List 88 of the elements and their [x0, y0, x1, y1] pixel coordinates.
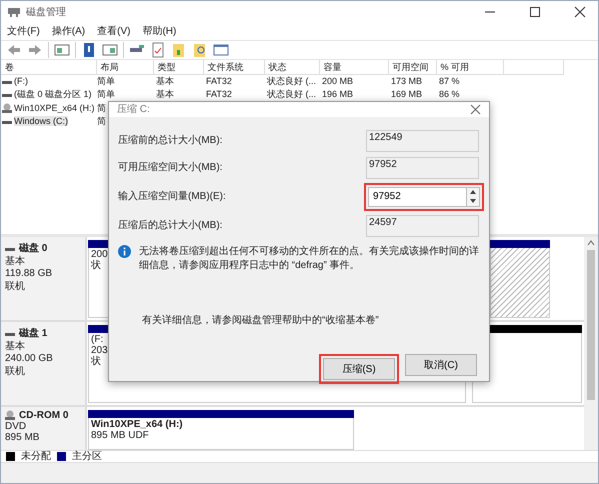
- value-box: 24597: [366, 214, 479, 236]
- table-cell: 200 MB: [322, 76, 354, 86]
- info-message: 无法将卷压缩到超出任何不可移动的文件所在的点。有关完成该操作时间的详细信息，请参阅应用程序日志中的 “defrag” 事件。: [139, 245, 479, 273]
- menu-item[interactable]: 文件(F): [7, 24, 40, 39]
- field-label: 可用压缩空间大小(MB):: [118, 160, 224, 175]
- close-icon[interactable]: [574, 6, 586, 18]
- partition-detail: 状: [91, 260, 101, 271]
- disk-detail: DVD: [5, 421, 28, 432]
- window-icon[interactable]: [213, 42, 229, 58]
- caret-up-icon: [470, 190, 476, 194]
- table-cell: 简: [97, 116, 106, 126]
- menu-item[interactable]: 查看(V): [97, 24, 130, 39]
- table-cell: 基本: [156, 89, 174, 100]
- cd-drive-icon: [2, 102, 12, 114]
- partition-detail: (F:: [91, 334, 104, 345]
- back-arrow-icon[interactable]: [6, 42, 22, 58]
- folder-icon[interactable]: [171, 42, 187, 58]
- dialog-title: 压缩 C:: [117, 102, 151, 117]
- window-title: 磁盘管理: [26, 6, 67, 20]
- table-cell: FAT32: [206, 89, 232, 100]
- disk-detail: 119.88 GB: [5, 268, 54, 280]
- column-header[interactable]: 容量: [319, 60, 388, 74]
- disk-detail: 基本: [5, 256, 26, 268]
- forward-arrow-icon[interactable]: [27, 42, 43, 58]
- partition-title: Win10XPE_x64 (H:): [91, 419, 183, 430]
- table-cell[interactable]: (F:): [14, 76, 28, 86]
- table-cell: 基本: [156, 76, 174, 86]
- menu-item[interactable]: 帮助(H): [142, 24, 176, 39]
- info-icon: [118, 245, 131, 258]
- caret-down-icon: [470, 199, 476, 203]
- partition-detail: 200: [91, 249, 108, 260]
- disk-detail: 联机: [5, 280, 26, 293]
- table-cell: 简单: [97, 89, 115, 100]
- legend-label: 未分配: [21, 450, 51, 464]
- column-header[interactable]: 卷: [1, 60, 96, 74]
- disk-detail: 240.00 GB: [5, 353, 54, 366]
- table-cell: 86 %: [439, 89, 460, 100]
- scrollbar[interactable]: [584, 237, 598, 450]
- number-field[interactable]: 97952: [368, 186, 466, 206]
- disk-name: 磁盘 1: [19, 328, 48, 340]
- disk-detail: 联机: [5, 366, 26, 378]
- disk-name: 磁盘 0: [19, 243, 48, 256]
- cancel-button[interactable]: 取消(C): [405, 354, 477, 376]
- column-header[interactable]: 类型: [153, 60, 203, 74]
- close-icon[interactable]: [470, 104, 481, 115]
- legend-label: 主分区: [72, 450, 102, 464]
- table-cell: 简单: [97, 76, 115, 86]
- column-header[interactable]: 布局: [96, 60, 153, 74]
- table-cell: 173 MB: [391, 76, 422, 86]
- table-cell: FAT32: [206, 76, 232, 86]
- column-header[interactable]: 文件系统: [203, 60, 264, 74]
- cd-drive-icon: [5, 410, 15, 421]
- document-check-icon[interactable]: [150, 42, 166, 58]
- field-label: 压缩前的总计大小(MB):: [118, 134, 224, 148]
- table-cell: 状态良好 (...: [267, 89, 316, 100]
- table-cell[interactable]: Win10XPE_x64 (H:): [14, 102, 95, 113]
- help-text: 有关详细信息，请参阅磁盘管理帮助中的“收缩基本卷”: [142, 314, 380, 328]
- panel-icon[interactable]: [102, 42, 118, 58]
- table-cell: 状态良好 (...: [267, 76, 316, 86]
- disk-detail: 895 MB: [5, 432, 40, 443]
- value-box: 122549: [366, 130, 479, 152]
- panel-icon[interactable]: [54, 42, 70, 58]
- column-header[interactable]: 状态: [264, 60, 319, 74]
- field-label: 输入压缩空间量(MB)(E):: [118, 190, 227, 204]
- help-icon[interactable]: [81, 42, 97, 58]
- table-cell[interactable]: Windows (C:): [14, 116, 68, 126]
- column-header[interactable]: % 可用: [436, 60, 503, 74]
- partition-detail: 状: [91, 356, 101, 367]
- spin-up-button[interactable]: [467, 188, 479, 196]
- field-label: 压缩后的总计大小(MB):: [118, 218, 224, 233]
- table-cell: 87 %: [439, 76, 460, 86]
- menu-item[interactable]: 操作(A): [52, 24, 86, 39]
- app-icon: [7, 6, 21, 18]
- disk-name: CD-ROM 0: [19, 410, 68, 421]
- table-cell: 简: [97, 102, 106, 113]
- partition[interactable]: Win10XPE_x64 (H:) 895 MB UDF: [88, 418, 354, 450]
- table-cell[interactable]: (磁盘 0 磁盘分区 1): [14, 89, 92, 100]
- scroll-up-icon[interactable]: [587, 240, 595, 246]
- shrink-button[interactable]: 压缩(S): [323, 358, 395, 380]
- partition-detail: 203: [91, 345, 108, 356]
- table-cell: 196 MB: [322, 89, 354, 100]
- folder-search-icon[interactable]: [192, 42, 208, 58]
- value-box: 97952: [366, 156, 479, 178]
- maximize-icon[interactable]: [529, 6, 541, 18]
- table-cell: 169 MB: [391, 89, 422, 100]
- disk-detail: 基本: [5, 340, 26, 353]
- column-header[interactable]: 可用空间: [388, 60, 436, 74]
- partition-detail: 895 MB UDF: [91, 430, 149, 441]
